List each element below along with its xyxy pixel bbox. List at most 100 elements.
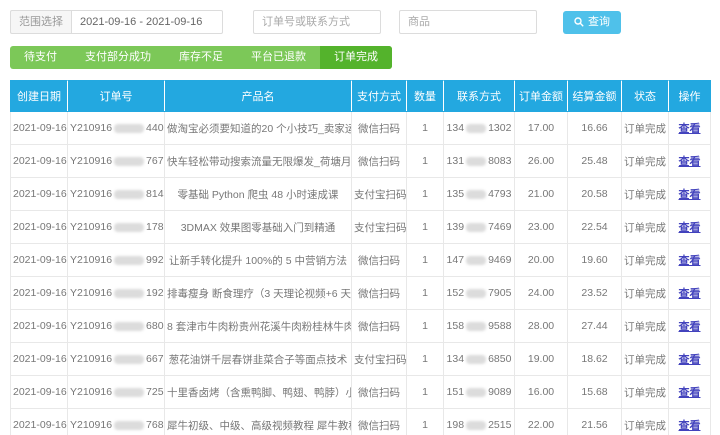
contact-prefix: 158 xyxy=(447,320,465,332)
cell-order-amount: 16.00 xyxy=(515,376,568,409)
view-link[interactable]: 查看 xyxy=(679,255,701,267)
order-suffix: 6805 xyxy=(146,320,164,332)
redacted-text xyxy=(466,421,486,430)
table-row: 2021-09-16Y21091668058 套津市牛肉粉贵州花溪牛肉粉桂林牛肉… xyxy=(11,310,711,343)
cell-product-name: 零基础 Python 爬虫 48 小时速成课 xyxy=(165,178,352,211)
cell-quantity: 1 xyxy=(407,310,444,343)
column-header-0: 创建日期 xyxy=(11,81,68,112)
redacted-text xyxy=(466,388,486,397)
order-search-input[interactable] xyxy=(253,10,381,34)
date-range-input[interactable] xyxy=(71,10,223,34)
status-tab-4[interactable]: 订单完成 xyxy=(320,46,392,69)
cell-product-name: 犀牛初级、中级、高级视频教程 犀牛教程 xyxy=(165,409,352,435)
view-link[interactable]: 查看 xyxy=(679,420,701,432)
contact-prefix: 134 xyxy=(447,353,465,365)
cell-settle-amount: 23.52 xyxy=(568,277,622,310)
view-link[interactable]: 查看 xyxy=(679,288,701,300)
view-link[interactable]: 查看 xyxy=(679,156,701,168)
view-link[interactable]: 查看 xyxy=(679,123,701,135)
table-row: 2021-09-16Y2109167258十里香卤烤（含熏鸭脚、鸭翅、鸭脖）小吃… xyxy=(11,376,711,409)
cell-status: 订单完成 xyxy=(622,112,669,145)
redacted-text xyxy=(466,256,486,265)
table-row: 2021-09-16Y21091617863DMAX 效果图零基础入门到精通支付… xyxy=(11,211,711,244)
cell-product-name: 做淘宝必须要知道的20 个小技巧_卖家运营电商论坛 xyxy=(165,112,352,145)
cell-order-amount: 21.00 xyxy=(515,178,568,211)
order-suffix: 1921 xyxy=(146,287,164,299)
contact-suffix: 9588 xyxy=(488,320,511,332)
cell-contact: 1341302 xyxy=(444,112,515,145)
view-link[interactable]: 查看 xyxy=(679,321,701,333)
cell-quantity: 1 xyxy=(407,277,444,310)
cell-quantity: 1 xyxy=(407,376,444,409)
cell-status: 订单完成 xyxy=(622,178,669,211)
status-tab-0[interactable]: 待支付 xyxy=(10,46,71,69)
cell-product-name: 十里香卤烤（含熏鸭脚、鸭翅、鸭脖）小吃技术配方 xyxy=(165,376,352,409)
column-header-3: 支付方式 xyxy=(352,81,407,112)
cell-contact: 151 9089 xyxy=(444,376,515,409)
status-tab-3[interactable]: 平台已退款 xyxy=(237,46,320,69)
view-link[interactable]: 查看 xyxy=(679,189,701,201)
cell-settle-amount: 15.68 xyxy=(568,376,622,409)
redacted-text xyxy=(114,223,144,232)
cell-order-number: Y2109167258 xyxy=(68,376,165,409)
contact-prefix: 135 xyxy=(447,188,465,200)
table-row: 2021-09-16Y2109164408做淘宝必须要知道的20 个小技巧_卖家… xyxy=(11,112,711,145)
cell-settle-amount: 16.66 xyxy=(568,112,622,145)
cell-contact: 158 9588 xyxy=(444,310,515,343)
cell-product-name: 快车轻松带动搜索流量无限爆发_荷塘月色论坛 xyxy=(165,145,352,178)
cell-date: 2021-09-16 xyxy=(11,343,68,376)
order-prefix: Y210916 xyxy=(70,254,112,266)
order-suffix: 9929 xyxy=(146,254,164,266)
search-icon xyxy=(574,17,584,27)
cell-order-number: Y2109167681 xyxy=(68,409,165,435)
range-select-label: 范围选择 xyxy=(10,10,71,34)
cell-settle-amount: 18.62 xyxy=(568,343,622,376)
view-link[interactable]: 查看 xyxy=(679,222,701,234)
contact-prefix: 151 xyxy=(447,386,465,398)
contact-suffix: 9089 xyxy=(488,386,511,398)
redacted-text xyxy=(466,355,486,364)
view-link[interactable]: 查看 xyxy=(679,354,701,366)
cell-order-number: Y2109167677 xyxy=(68,145,165,178)
cell-settle-amount: 20.58 xyxy=(568,178,622,211)
cell-payment-method: 支付宝扫码 xyxy=(352,343,407,376)
column-header-1: 订单号 xyxy=(68,81,165,112)
table-header-row: 创建日期订单号产品名支付方式数量联系方式订单金额结算金额状态操作 xyxy=(11,81,711,112)
cell-product-name: 排毒瘦身 断食理疗（3 天理论视频+6 天跟练音频） xyxy=(165,277,352,310)
cell-order-amount: 24.00 xyxy=(515,277,568,310)
order-management-page: 范围选择 查询 待支付支付部分成功库存不足平台已退款订单完成 创建日期订单号产品… xyxy=(0,0,720,435)
cell-contact: 1397469 xyxy=(444,211,515,244)
cell-status: 订单完成 xyxy=(622,211,669,244)
table-row: 2021-09-16Y2109167681犀牛初级、中级、高级视频教程 犀牛教程… xyxy=(11,409,711,435)
status-tab-1[interactable]: 支付部分成功 xyxy=(71,46,165,69)
cell-quantity: 1 xyxy=(407,244,444,277)
order-suffix: 7258 xyxy=(146,386,164,398)
table-row: 2021-09-16Y2109166677葱花油饼千层春饼韭菜合子等面点技术支付… xyxy=(11,343,711,376)
status-tab-2[interactable]: 库存不足 xyxy=(165,46,237,69)
view-link[interactable]: 查看 xyxy=(679,387,701,399)
cell-action: 查看 xyxy=(669,112,711,145)
redacted-text xyxy=(466,223,486,232)
cell-status: 订单完成 xyxy=(622,277,669,310)
order-suffix: 7677 xyxy=(146,155,164,167)
column-header-6: 订单金额 xyxy=(515,81,568,112)
product-search-input[interactable] xyxy=(399,10,537,34)
cell-payment-method: 微信扫码 xyxy=(352,112,407,145)
contact-prefix: 139 xyxy=(447,221,465,233)
cell-quantity: 1 xyxy=(407,211,444,244)
order-prefix: Y210916 xyxy=(70,320,112,332)
cell-contact: 1354793 xyxy=(444,178,515,211)
order-prefix: Y210916 xyxy=(70,122,112,134)
redacted-text xyxy=(114,421,144,430)
order-suffix: 8141 xyxy=(146,188,164,200)
cell-order-amount: 20.00 xyxy=(515,244,568,277)
cell-order-amount: 17.00 xyxy=(515,112,568,145)
cell-date: 2021-09-16 xyxy=(11,112,68,145)
redacted-text xyxy=(114,256,144,265)
redacted-text xyxy=(114,124,144,133)
cell-date: 2021-09-16 xyxy=(11,211,68,244)
cell-date: 2021-09-16 xyxy=(11,409,68,435)
search-button[interactable]: 查询 xyxy=(563,11,621,34)
contact-suffix: 1302 xyxy=(488,122,511,134)
cell-status: 订单完成 xyxy=(622,343,669,376)
